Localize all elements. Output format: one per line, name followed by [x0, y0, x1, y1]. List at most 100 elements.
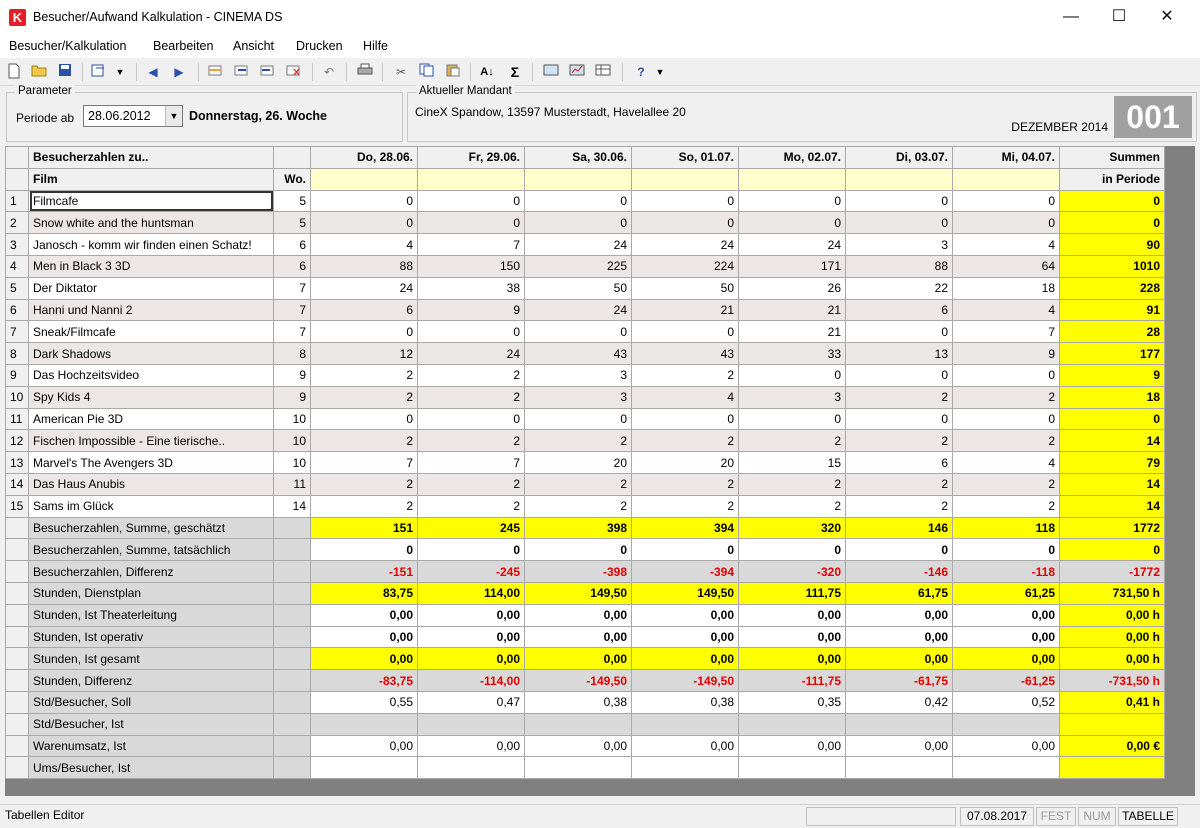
summary-value-cell[interactable]: -394 — [631, 560, 739, 583]
visitor-cell[interactable]: 0 — [524, 320, 632, 344]
summary-value-cell[interactable]: 0,00 — [310, 603, 418, 627]
visitor-cell[interactable]: 26 — [738, 276, 846, 300]
visitor-cell[interactable]: 0 — [310, 320, 418, 344]
film-cell[interactable]: Marvel's The Avengers 3D — [28, 451, 274, 474]
visitor-cell[interactable]: 3 — [524, 363, 632, 387]
visitor-cell[interactable]: 0 — [952, 363, 1060, 387]
visitor-cell[interactable]: 9 — [952, 342, 1060, 365]
visitor-cell[interactable]: 0 — [310, 189, 418, 213]
undo-icon[interactable]: ↶ — [320, 63, 338, 81]
visitor-cell[interactable]: 50 — [524, 276, 632, 300]
week-cell[interactable]: 9 — [273, 385, 311, 409]
paste-icon[interactable] — [444, 63, 462, 81]
summary-row[interactable]: Besucherzahlen, Differenz -151 -245 -398 -39… — [5, 560, 1165, 583]
visitor-cell[interactable]: 2 — [310, 472, 418, 496]
film-cell[interactable]: Fischen Impossible - Eine tierische.. — [28, 429, 274, 453]
table-row[interactable]: 9 Das Hochzeitsvideo 9 2 2 3 2 0 0 0 9 — [5, 363, 1165, 387]
visitor-cell[interactable]: 2 — [417, 429, 525, 453]
visitor-cell[interactable]: 24 — [524, 298, 632, 322]
visitor-cell[interactable]: 64 — [952, 254, 1060, 278]
summary-value-cell[interactable]: 0,52 — [952, 690, 1060, 714]
week-cell[interactable]: 7 — [273, 276, 311, 300]
visitor-cell[interactable]: 2 — [631, 363, 739, 387]
summary-value-cell[interactable]: 0,00 — [845, 647, 953, 671]
summary-value-cell[interactable]: 151 — [310, 516, 418, 540]
summary-value-cell[interactable] — [845, 756, 953, 780]
visitor-cell[interactable]: 0 — [845, 211, 953, 235]
visitor-cell[interactable]: 2 — [631, 494, 739, 518]
summary-value-cell[interactable]: 0,00 — [738, 647, 846, 671]
summary-value-cell[interactable] — [952, 756, 1060, 780]
column-header-title[interactable]: Besucherzahlen zu.. — [28, 146, 274, 169]
visitor-cell[interactable]: 0 — [417, 211, 525, 235]
summary-value-cell[interactable] — [310, 712, 418, 736]
summary-value-cell[interactable]: 0,00 — [310, 647, 418, 671]
visitor-cell[interactable]: 13 — [845, 342, 953, 365]
visitor-cell[interactable]: 0 — [952, 211, 1060, 235]
summary-value-cell[interactable]: 0 — [310, 538, 418, 562]
table-row[interactable]: 5 Der Diktator 7 24 38 50 50 26 22 18 228 — [5, 276, 1165, 300]
summary-value-cell[interactable]: 146 — [845, 516, 953, 540]
visitor-cell[interactable]: 0 — [417, 189, 525, 213]
visitor-cell[interactable]: 4 — [952, 298, 1060, 322]
summary-value-cell[interactable]: 0,00 — [631, 603, 739, 627]
summary-value-cell[interactable]: 0,00 — [738, 625, 846, 649]
visitor-cell[interactable]: 0 — [310, 407, 418, 431]
sum-icon[interactable]: Σ — [506, 63, 524, 81]
summary-value-cell[interactable]: 0,47 — [417, 690, 525, 714]
visitor-cell[interactable]: 0 — [845, 407, 953, 431]
film-cell[interactable]: Janosch - komm wir finden einen Schatz! — [28, 233, 274, 256]
column-header-day[interactable]: Mo, 02.07. — [738, 146, 846, 169]
visitor-cell[interactable]: 0 — [952, 407, 1060, 431]
visitor-cell[interactable]: 4 — [310, 233, 418, 256]
table-row[interactable]: 4 Men in Black 3 3D 6 88 150 225 224 171 88 64 101… — [5, 254, 1165, 278]
visitor-cell[interactable]: 4 — [952, 233, 1060, 256]
summary-value-cell[interactable]: 0,00 — [845, 625, 953, 649]
summary-value-cell[interactable]: 0,42 — [845, 690, 953, 714]
visitor-cell[interactable]: 0 — [524, 189, 632, 213]
visitor-cell[interactable]: 2 — [952, 429, 1060, 453]
visitor-cell[interactable]: 0 — [845, 320, 953, 344]
visitor-cell[interactable]: 2 — [310, 494, 418, 518]
summary-value-cell[interactable]: -61,75 — [845, 669, 953, 692]
column-header-day[interactable]: Fr, 29.06. — [417, 146, 525, 169]
menu-besucher-kalkulation[interactable]: Besucher/Kalkulation — [9, 39, 126, 53]
visitor-cell[interactable]: 0 — [417, 320, 525, 344]
table-row[interactable]: 2 Snow white and the huntsman 5 0 0 0 0 0 0 0 0 — [5, 211, 1165, 235]
visitor-cell[interactable]: 7 — [417, 233, 525, 256]
table-row[interactable]: 3 Janosch - komm wir finden einen Schatz!… — [5, 233, 1165, 256]
visitor-cell[interactable]: 43 — [524, 342, 632, 365]
visitor-cell[interactable]: 21 — [631, 298, 739, 322]
visitor-cell[interactable]: 225 — [524, 254, 632, 278]
summary-row[interactable]: Std/Besucher, Ist — [5, 712, 1165, 736]
summary-value-cell[interactable]: -83,75 — [310, 669, 418, 692]
arrow-right-icon[interactable]: ▶ — [170, 63, 188, 81]
table-icon[interactable] — [594, 63, 612, 81]
visitor-cell[interactable]: 2 — [631, 429, 739, 453]
summary-value-cell[interactable]: -245 — [417, 560, 525, 583]
summary-value-cell[interactable]: 0,00 — [631, 647, 739, 671]
summary-value-cell[interactable]: -146 — [845, 560, 953, 583]
summary-row[interactable]: Stunden, Dienstplan 83,75 114,00 149,50 149,… — [5, 581, 1165, 605]
column-header-day[interactable]: Mi, 04.07. — [952, 146, 1060, 169]
visitor-cell[interactable]: 2 — [845, 472, 953, 496]
summary-value-cell[interactable]: 83,75 — [310, 581, 418, 605]
summary-value-cell[interactable] — [417, 756, 525, 780]
film-cell[interactable]: Spy Kids 4 — [28, 385, 274, 409]
summary-value-cell[interactable]: 0,00 — [845, 734, 953, 758]
summary-value-cell[interactable]: 0,00 — [952, 734, 1060, 758]
visitor-cell[interactable]: 0 — [845, 363, 953, 387]
table-row[interactable]: 6 Hanni und Nanni 2 7 6 9 24 21 21 6 4 91 — [5, 298, 1165, 322]
summary-row[interactable]: Stunden, Differenz -83,75 -114,00 -149,50 -1… — [5, 669, 1165, 692]
visitor-cell[interactable]: 21 — [738, 298, 846, 322]
week-cell[interactable]: 6 — [273, 254, 311, 278]
visitor-cell[interactable]: 0 — [524, 211, 632, 235]
visitor-cell[interactable]: 18 — [952, 276, 1060, 300]
summary-row[interactable]: Stunden, Ist Theaterleitung 0,00 0,00 0,00 0… — [5, 603, 1165, 627]
column-header-sum[interactable]: Summen — [1059, 146, 1165, 169]
week-cell[interactable]: 14 — [273, 494, 311, 518]
summary-value-cell[interactable]: 149,50 — [524, 581, 632, 605]
week-cell[interactable]: 5 — [273, 211, 311, 235]
film-cell[interactable]: Snow white and the huntsman — [28, 211, 274, 235]
visitor-cell[interactable]: 24 — [524, 233, 632, 256]
